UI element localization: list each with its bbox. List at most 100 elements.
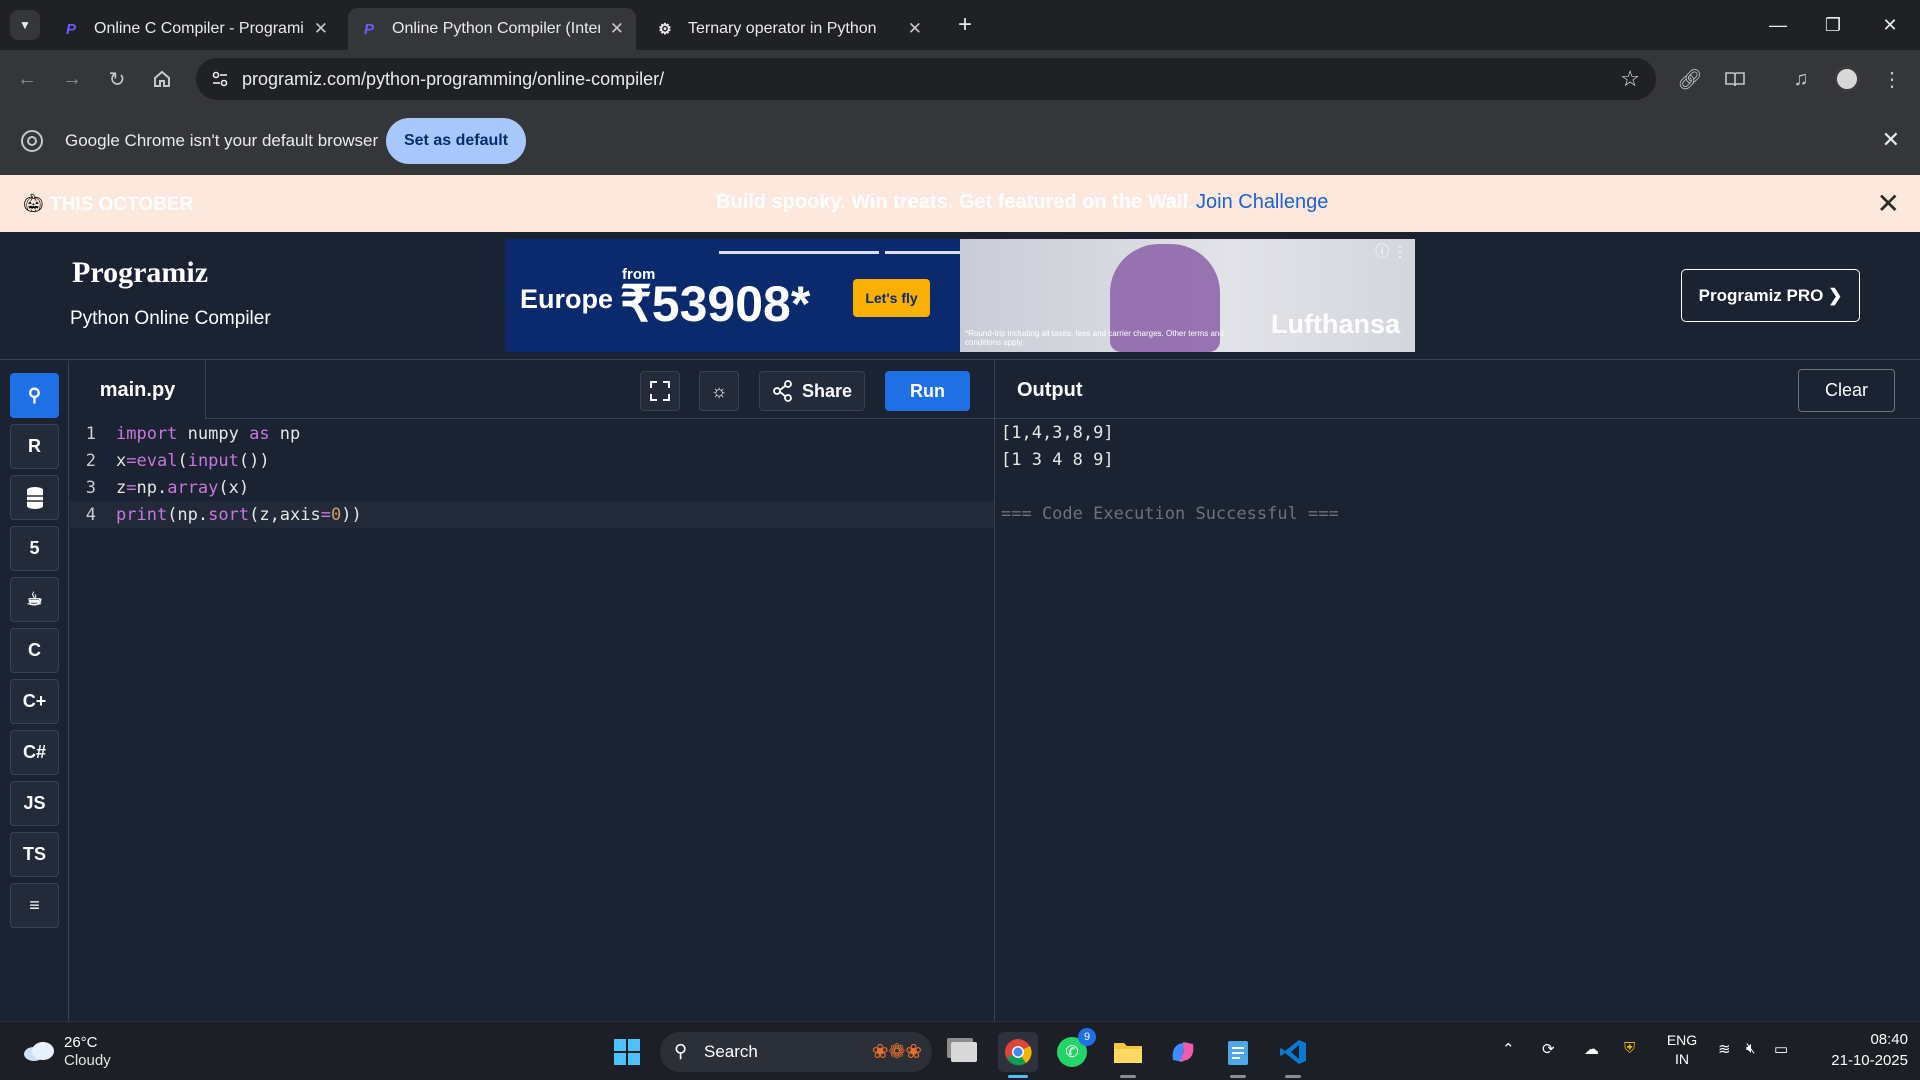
close-tab-icon[interactable]: ✕	[908, 19, 922, 39]
url-text: programiz.com/python-programming/online-…	[242, 69, 665, 89]
link-button[interactable]: 🔗︎	[1674, 63, 1706, 95]
close-tab-icon[interactable]: ✕	[314, 19, 328, 39]
battery-icon[interactable]: ▭	[1774, 1040, 1788, 1058]
running-indicator	[1120, 1075, 1136, 1078]
input-language-indicator[interactable]: ENG IN	[1664, 1031, 1700, 1069]
wifi-icon[interactable]: ≋	[1718, 1040, 1731, 1058]
restore-icon: ❐	[1824, 14, 1842, 35]
back-button[interactable]: ←	[11, 63, 43, 95]
browser-tab-c-compiler[interactable]: P Online C Compiler - Programiz ✕	[50, 8, 340, 50]
playlist-icon: ♫	[1793, 67, 1809, 90]
bookmark-star-icon[interactable]: ☆	[1620, 66, 1640, 92]
media-controls-button[interactable]: ♫	[1785, 63, 1817, 95]
programiz-logo[interactable]: Programiz	[72, 256, 208, 290]
lang-c-button[interactable]: C	[10, 628, 59, 673]
profile-button[interactable]	[1831, 63, 1863, 95]
clock[interactable]: 08:40 21-10-2025	[1818, 1031, 1908, 1069]
close-window-button[interactable]: ✕	[1870, 10, 1910, 40]
lang-swift-button[interactable]: ≡	[10, 883, 59, 928]
promo-text: Build spooky. Win treats. Get featured o…	[716, 191, 1194, 213]
code-text: print(np.sort(z,axis=0))	[116, 504, 362, 525]
link-icon: 🔗︎	[1677, 68, 1703, 91]
onedrive-icon[interactable]: ☁	[1584, 1040, 1599, 1058]
task-view-button[interactable]	[944, 1032, 984, 1072]
lang-html-button[interactable]: 5	[10, 526, 59, 571]
reading-mode-button[interactable]	[1719, 63, 1751, 95]
output-line: [1,4,3,8,9]	[1001, 423, 1114, 443]
openai-favicon-icon: ⚙	[658, 21, 672, 38]
restore-button[interactable]: ❐	[1813, 10, 1853, 40]
code-editor[interactable]: 1 import numpy as np 2 x=eval(input()) 3…	[70, 420, 994, 1021]
minimize-button[interactable]: —	[1758, 10, 1798, 40]
close-icon[interactable]: ✕	[1882, 127, 1900, 153]
menu-button[interactable]: ⋮	[1876, 63, 1908, 95]
promo-banner: 🎃︎ THIS OCTOBER Build spooky. Win treats…	[0, 175, 1920, 232]
lang-r-button[interactable]: R	[10, 424, 59, 469]
set-as-default-button[interactable]: Set as default	[386, 118, 526, 164]
advertisement[interactable]: from Europe ₹53908* Let's fly Lufthansa …	[505, 239, 1415, 352]
file-tab-main[interactable]: main.py	[70, 361, 206, 419]
vscode-button[interactable]	[1273, 1032, 1313, 1078]
lang-python-button[interactable]: ⚲	[10, 373, 59, 418]
show-hidden-icons[interactable]: ⌃	[1502, 1040, 1515, 1058]
programiz-favicon-icon: P	[65, 20, 76, 38]
search-icon: ⚲	[674, 1041, 688, 1061]
swift-icon: ≡	[29, 895, 40, 915]
volume-muted-icon[interactable]: 🔇︎	[1746, 1040, 1755, 1057]
chevron-down-icon: ▼	[19, 18, 31, 32]
site-info-icon[interactable]	[210, 69, 230, 89]
ad-fine-print: *Round-trip including all taxes, fees an…	[965, 329, 1224, 347]
windows-taskbar: 26°C Cloudy ⚲ Search ❀❁❀ ✆ 9 ⌃ ⟳ ☁ ⛨ ENG…	[0, 1021, 1920, 1080]
lang-ts-button[interactable]: TS	[10, 832, 59, 877]
home-button[interactable]	[146, 63, 178, 95]
lang-cpp-button[interactable]: C+	[10, 679, 59, 724]
run-button[interactable]: Run	[885, 371, 970, 411]
clear-button[interactable]: Clear	[1798, 369, 1895, 412]
programiz-pro-button[interactable]: Programiz PRO ❯	[1681, 269, 1860, 322]
time: 08:40	[1870, 1031, 1908, 1048]
code-text: import numpy as np	[116, 423, 301, 444]
copilot-button[interactable]	[1163, 1032, 1203, 1072]
whatsapp-taskbar-button[interactable]: ✆ 9	[1052, 1028, 1096, 1072]
reload-button[interactable]: ↻	[101, 63, 133, 95]
theme-toggle-button[interactable]: ☼	[699, 371, 739, 411]
close-icon: ✕	[1882, 14, 1898, 35]
kebab-menu-icon: ⋮	[1882, 68, 1902, 91]
lang-sql-button[interactable]	[10, 475, 59, 520]
taskbar-search[interactable]: ⚲ Search ❀❁❀	[660, 1032, 932, 1072]
browser-tab-python-compiler[interactable]: P Online Python Compiler (Interp ✕	[348, 8, 636, 50]
lang-csharp-button[interactable]: C#	[10, 730, 59, 775]
fullscreen-button[interactable]	[640, 371, 680, 411]
start-button[interactable]	[607, 1032, 647, 1072]
code-line-current: 4 print(np.sort(z,axis=0))	[70, 501, 994, 528]
site-header: Programiz Python Online Compiler from Eu…	[0, 232, 1920, 360]
close-icon[interactable]: ✕	[1877, 187, 1900, 220]
share-button[interactable]: Share	[759, 371, 865, 411]
forward-button[interactable]: →	[56, 63, 88, 95]
security-icon[interactable]: ⛨	[1624, 1040, 1635, 1057]
pane-divider[interactable]	[994, 361, 995, 1021]
ad-cta-button[interactable]: Let's fly	[853, 279, 930, 317]
lang-java-button[interactable]: ☕︎	[10, 577, 59, 622]
close-tab-icon[interactable]: ✕	[610, 19, 624, 39]
sync-icon[interactable]: ⟳	[1542, 1040, 1555, 1058]
sun-icon: ☼	[710, 380, 728, 401]
tab-search-button[interactable]: ▼	[10, 10, 40, 40]
ad-info-icon[interactable]: ⓘ ⋮	[1375, 241, 1407, 261]
ts-label: TS	[22, 844, 46, 864]
lang-js-button[interactable]: JS	[10, 781, 59, 826]
address-bar[interactable]: programiz.com/python-programming/online-…	[196, 58, 1656, 100]
ad-destination: Europe	[520, 284, 614, 314]
tab-title: Ternary operator in Python	[688, 20, 877, 37]
html5-icon: 5	[29, 538, 40, 558]
browser-tab-ternary[interactable]: ⚙ Ternary operator in Python ✕	[644, 8, 934, 50]
c-icon: C	[28, 640, 41, 660]
new-tab-button[interactable]: +	[950, 10, 980, 40]
notepad-button[interactable]	[1218, 1032, 1258, 1078]
arrow-right-icon: →	[62, 67, 82, 90]
file-explorer-button[interactable]	[1108, 1032, 1148, 1078]
join-challenge-link[interactable]: Join Challenge	[1196, 191, 1328, 214]
chrome-taskbar-button[interactable]	[998, 1032, 1038, 1078]
output-line: [1 3 4 8 9]	[1001, 450, 1114, 470]
copilot-icon	[1172, 1042, 1194, 1062]
